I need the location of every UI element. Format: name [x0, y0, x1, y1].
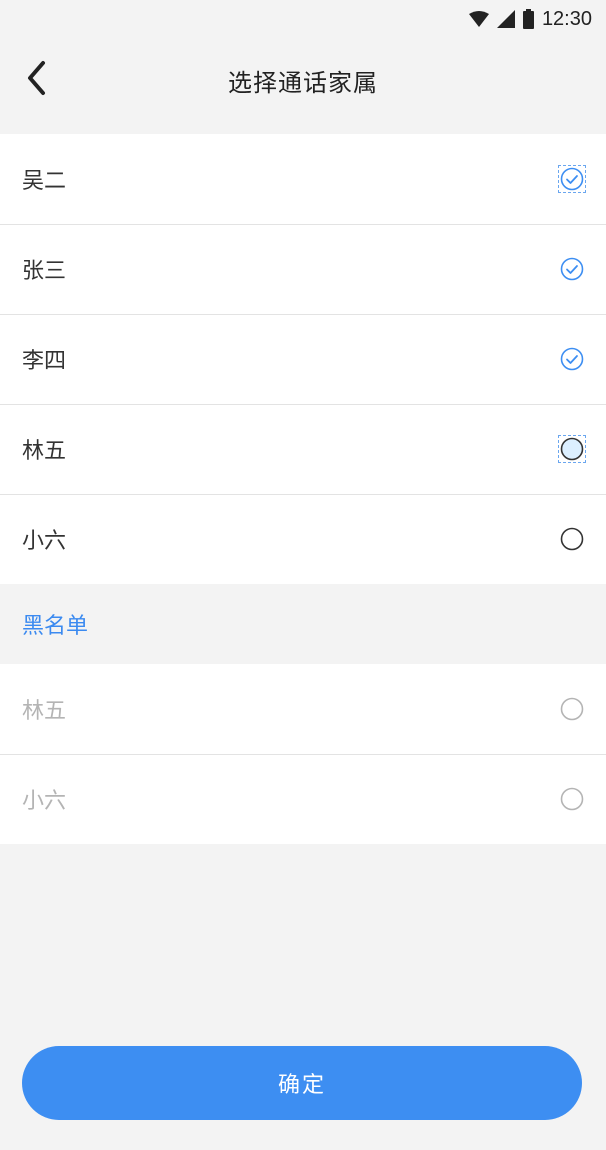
nav-bar: 选择通话家属: [0, 38, 606, 122]
contact-list: 吴二 张三 李四 林五 小六: [0, 134, 606, 584]
contact-row[interactable]: 林五: [0, 404, 606, 494]
contact-row[interactable]: 李四: [0, 314, 606, 404]
unchecked-circle-icon[interactable]: [558, 435, 586, 463]
battery-icon: [522, 9, 534, 29]
blacklist-row: 林五: [0, 664, 606, 754]
contact-row[interactable]: 小六: [0, 494, 606, 584]
disabled-circle-icon: [560, 787, 584, 811]
confirm-button[interactable]: 确定: [22, 1046, 582, 1120]
contact-row[interactable]: 张三: [0, 224, 606, 314]
status-time: 12:30: [541, 7, 592, 30]
blacklist-row: 小六: [0, 754, 606, 844]
page-title: 选择通话家属: [228, 68, 378, 97]
chevron-left-icon: [25, 60, 47, 100]
back-button[interactable]: [14, 56, 58, 104]
blacklist-header: 黑名单: [0, 584, 606, 664]
unchecked-circle-icon[interactable]: [560, 527, 584, 551]
contact-name: 林五: [22, 439, 67, 464]
blacklist-name: 小六: [22, 789, 67, 814]
checked-circle-icon[interactable]: [560, 347, 584, 371]
signal-icon: [496, 10, 515, 28]
contact-name: 吴二: [22, 169, 67, 194]
blacklist-name: 林五: [22, 699, 67, 724]
contact-row[interactable]: 吴二: [0, 134, 606, 224]
status-bar: 12:30: [0, 0, 606, 38]
disabled-circle-icon: [560, 697, 584, 721]
contact-name: 李四: [22, 349, 67, 374]
blacklist-list: 林五 小六: [0, 664, 606, 844]
wifi-icon: [468, 11, 489, 27]
contact-name: 小六: [22, 529, 67, 554]
contact-name: 张三: [22, 259, 67, 284]
checked-circle-icon[interactable]: [560, 257, 584, 281]
checked-circle-icon[interactable]: [558, 165, 586, 193]
